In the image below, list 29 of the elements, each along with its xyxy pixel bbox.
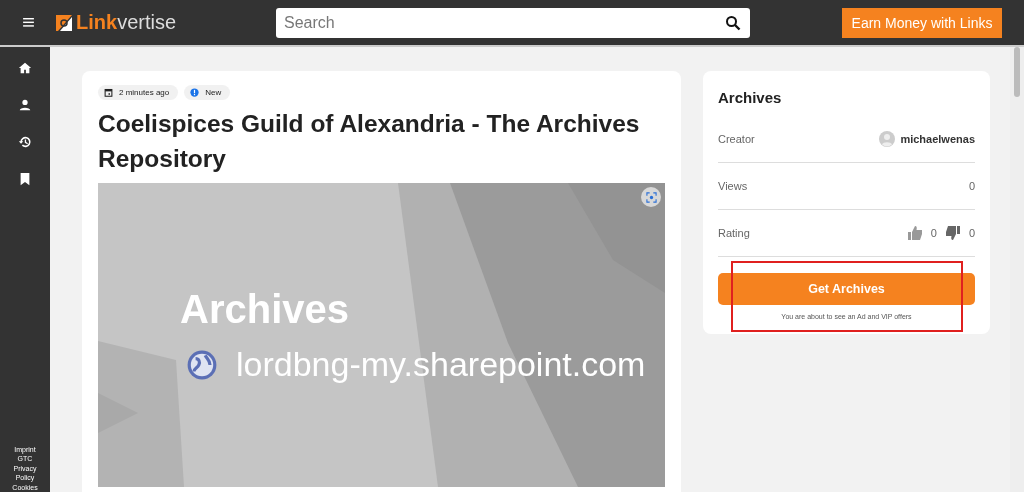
logo-icon	[54, 12, 74, 33]
views-count: 0	[968, 180, 975, 192]
user-icon[interactable]	[18, 98, 32, 112]
post-title: Coelispices Guild of Alexandria - The Archives Repository	[98, 109, 641, 174]
row-label: Views	[718, 180, 748, 192]
logo-text: Link	[76, 11, 118, 34]
info-icon	[190, 88, 200, 97]
calendar-icon	[104, 88, 113, 97]
search-field[interactable]: Search	[276, 7, 750, 38]
row-label: Rating	[718, 227, 750, 239]
row-label: Creator	[718, 133, 755, 145]
thumbs-down-icon[interactable]	[944, 225, 961, 241]
post-chip: New	[184, 85, 231, 100]
thumbs-up-icon[interactable]	[906, 225, 923, 241]
menu-icon[interactable]	[23, 18, 34, 27]
avatar-icon	[879, 131, 896, 147]
search-icon[interactable]	[725, 14, 741, 31]
bookmark-icon[interactable]	[18, 172, 32, 186]
history-icon[interactable]	[18, 135, 32, 149]
creator-link[interactable]: michaelwenas	[900, 133, 975, 145]
preview-title: Archives	[180, 287, 349, 332]
logo-text: vertise	[117, 11, 177, 34]
scrollbar[interactable]	[1010, 47, 1024, 492]
home-icon[interactable]	[18, 61, 32, 75]
post-chip: 2 minutes ago	[98, 85, 179, 100]
dislikes-count: 0	[968, 227, 975, 239]
preview-domain: lordbng-my.sharepoint.com	[236, 345, 646, 384]
info-title: Archives	[718, 89, 783, 106]
likes-count: 0	[930, 227, 937, 239]
